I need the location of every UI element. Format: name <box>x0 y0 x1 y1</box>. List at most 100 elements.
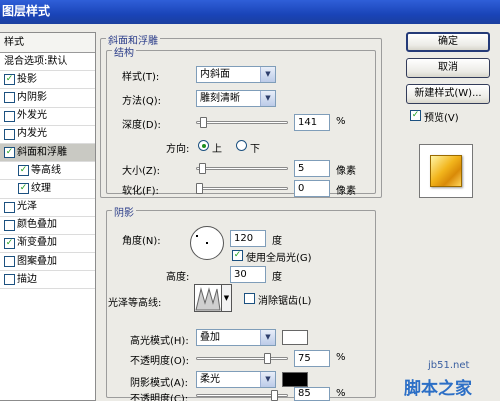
style-list-item[interactable]: 光泽 <box>0 199 95 217</box>
depth-slider-thumb[interactable] <box>200 117 207 128</box>
new-style-button[interactable]: 新建样式(W)... <box>406 84 490 104</box>
antialias-label[interactable]: 消除锯齿(L) <box>258 292 311 307</box>
style-list-item[interactable]: 内发光 <box>0 126 95 144</box>
altitude-unit: 度 <box>272 272 282 283</box>
style-list-item[interactable]: ✓ 投影 <box>0 71 95 90</box>
preview-thumbnail <box>430 155 462 187</box>
bevel-style-value: 内斜面 <box>200 69 230 80</box>
size-label: 大小(Z): <box>122 166 161 177</box>
style-list-item[interactable]: ✓ 斜面和浮雕 <box>0 143 95 163</box>
style-checkbox[interactable]: ✓ <box>4 74 15 86</box>
style-checkbox[interactable] <box>4 256 15 268</box>
style-list-item[interactable]: ✓ 等高线 <box>0 162 95 181</box>
antialias-checkbox[interactable] <box>244 293 255 304</box>
size-slider-thumb[interactable] <box>199 163 206 174</box>
style-checkbox[interactable]: ✓ <box>18 183 29 195</box>
style-checkbox[interactable] <box>4 92 15 104</box>
watermark-brand: 脚本之家 <box>404 379 472 399</box>
style-list-item-label: 图案叠加 <box>17 255 57 267</box>
style-list-item[interactable]: 内阴影 <box>0 89 95 108</box>
shadow-color-swatch[interactable] <box>282 372 308 387</box>
style-list-item-label: 纹理 <box>31 182 51 194</box>
technique-select[interactable]: 雕刻清晰 ▼ <box>196 90 276 107</box>
highlight-opacity-input[interactable]: 75 <box>294 350 330 367</box>
style-list-item[interactable]: 混合选项:默认 <box>0 53 95 72</box>
direction-up-radio[interactable] <box>198 140 209 151</box>
direction-down-radio[interactable] <box>236 140 247 151</box>
gloss-contour-label: 光泽等高线: <box>108 298 162 309</box>
gloss-contour-picker[interactable] <box>194 284 222 312</box>
size-slider-track[interactable] <box>196 167 288 170</box>
highlight-mode-select[interactable]: 叠加 ▼ <box>196 329 276 346</box>
style-list-item[interactable]: 描边 <box>0 271 95 290</box>
soften-input[interactable]: 0 <box>294 180 330 197</box>
bevel-emboss-panel: 斜面和浮雕 结构 样式(T): 内斜面 ▼ 方法(Q): 雕刻清晰 ▼ 深度(D… <box>100 32 390 401</box>
shadow-opacity-input[interactable]: 85 <box>294 387 330 401</box>
style-list: 样式 混合选项:默认 ✓ 投影 内阴影 外发光 内发光 ✓ 斜面和浮雕 ✓ 等高线 ✓ 纹理 光泽 颜色叠… <box>0 32 96 401</box>
shadow-mode-select[interactable]: 柔光 ▼ <box>196 371 276 388</box>
style-list-item[interactable]: 颜色叠加 <box>0 217 95 235</box>
size-input[interactable]: 5 <box>294 160 330 177</box>
layer-style-dialog: 样式 混合选项:默认 ✓ 投影 内阴影 外发光 内发光 ✓ 斜面和浮雕 ✓ 等高线 ✓ 纹理 光泽 颜色叠… <box>0 24 500 401</box>
cancel-button[interactable]: 取消 <box>406 58 490 78</box>
shading-group-title: 阴影 <box>112 204 136 219</box>
style-list-item-label: 光泽 <box>17 201 37 213</box>
highlight-opacity-slider-track[interactable] <box>196 357 288 360</box>
style-checkbox[interactable] <box>4 128 15 140</box>
shadow-opacity-unit: % <box>336 388 346 399</box>
contour-curve-icon <box>195 287 221 311</box>
soften-label: 软化(F): <box>122 186 159 197</box>
highlight-color-swatch[interactable] <box>282 330 308 345</box>
highlight-opacity-unit: % <box>336 352 346 363</box>
style-checkbox[interactable] <box>4 219 15 231</box>
size-unit: 像素 <box>336 166 356 177</box>
chevron-down-icon[interactable]: ▼ <box>222 284 232 312</box>
depth-slider-track[interactable] <box>196 121 288 124</box>
chevron-down-icon: ▼ <box>260 372 275 387</box>
style-list-item[interactable]: 图案叠加 <box>0 253 95 272</box>
shadow-opacity-label: 不透明度(C): <box>130 394 189 401</box>
title-bar: 图层样式 <box>0 0 500 24</box>
style-list-item-label: 颜色叠加 <box>17 219 57 231</box>
angle-dial[interactable] <box>190 226 224 260</box>
style-list-items: 混合选项:默认 ✓ 投影 内阴影 外发光 内发光 ✓ 斜面和浮雕 ✓ 等高线 ✓ 纹理 光泽 颜色叠加 ✓ 渐… <box>0 53 95 290</box>
shadow-opacity-slider-thumb[interactable] <box>271 390 278 401</box>
angle-input[interactable]: 120 <box>230 230 266 247</box>
ok-button[interactable]: 确定 <box>406 32 490 52</box>
highlight-mode-label: 高光模式(H): <box>130 336 189 347</box>
direction-up-label[interactable]: 上 <box>212 140 222 155</box>
style-checkbox[interactable]: ✓ <box>4 147 15 159</box>
style-list-item[interactable]: ✓ 渐变叠加 <box>0 235 95 254</box>
style-checkbox[interactable] <box>4 110 15 122</box>
watermark-site: jb51.net <box>428 360 470 371</box>
soften-slider-track[interactable] <box>196 187 288 190</box>
style-checkbox[interactable]: ✓ <box>18 165 29 177</box>
style-checkbox[interactable] <box>4 201 15 213</box>
style-preview <box>419 144 473 198</box>
angle-unit: 度 <box>272 236 282 247</box>
angle-label: 角度(N): <box>122 236 161 247</box>
altitude-input[interactable]: 30 <box>230 266 266 283</box>
highlight-opacity-slider-thumb[interactable] <box>264 353 271 364</box>
style-list-item-label: 内发光 <box>17 128 47 140</box>
technique-label: 方法(Q): <box>122 96 162 107</box>
global-light-label[interactable]: 使用全局光(G) <box>246 249 312 264</box>
style-list-header[interactable]: 样式 <box>0 33 95 53</box>
soften-slider-thumb[interactable] <box>196 183 203 194</box>
preview-label[interactable]: 预览(V) <box>424 109 459 124</box>
style-list-item[interactable]: ✓ 纹理 <box>0 180 95 199</box>
global-light-checkbox[interactable]: ✓ <box>232 250 243 261</box>
style-list-item-label: 内阴影 <box>17 91 47 103</box>
style-checkbox[interactable]: ✓ <box>4 237 15 249</box>
style-list-item[interactable]: 外发光 <box>0 108 95 126</box>
chevron-down-icon: ▼ <box>260 67 275 82</box>
style-list-item-label: 外发光 <box>17 110 47 122</box>
preview-checkbox[interactable]: ✓ <box>410 110 421 121</box>
altitude-label: 高度: <box>166 272 190 283</box>
direction-down-label[interactable]: 下 <box>250 140 260 155</box>
structure-group-title: 结构 <box>112 44 136 59</box>
depth-input[interactable]: 141 <box>294 114 330 131</box>
style-label: 样式(T): <box>122 72 160 83</box>
style-checkbox[interactable] <box>4 274 15 286</box>
bevel-style-select[interactable]: 内斜面 ▼ <box>196 66 276 83</box>
